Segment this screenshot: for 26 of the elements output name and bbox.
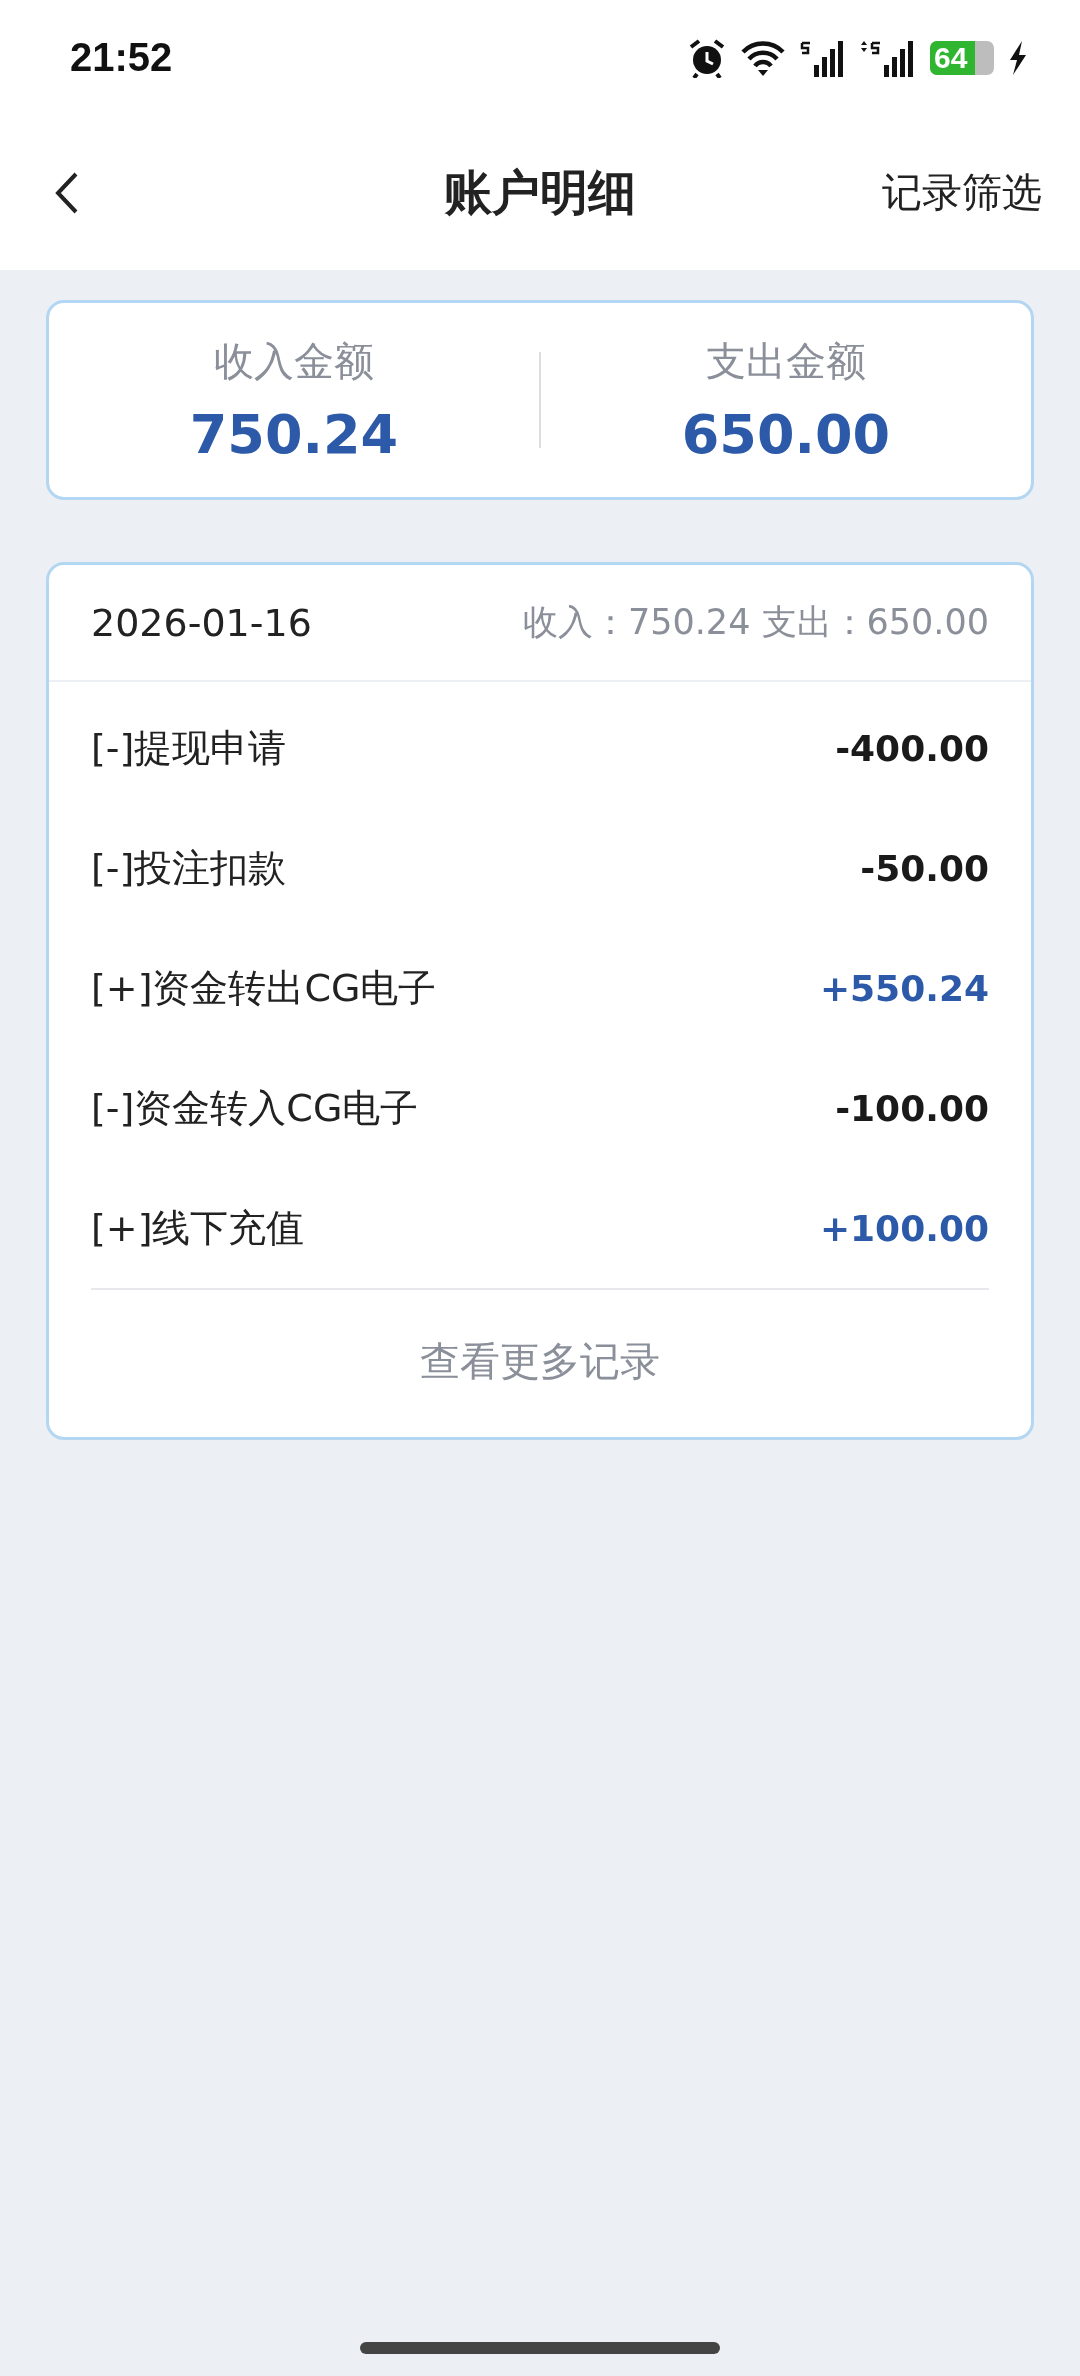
record-name: [-]提现申请 [91, 724, 287, 772]
day-totals: 收入：750.24 支出：650.00 [522, 601, 989, 644]
record-amount: +100.00 [819, 1207, 989, 1249]
summary-amount: 650.00 [681, 403, 891, 466]
summary-amount: 750.24 [189, 403, 399, 466]
record-date: 2026-01-16 [91, 600, 312, 645]
record-name: [-]资金转入CG电子 [91, 1084, 419, 1132]
record-amount: -400.00 [835, 727, 989, 769]
status-time: 21:52 [70, 35, 173, 80]
page-title: 账户明细 [444, 162, 636, 222]
summary-label: 收入金额 [214, 337, 374, 386]
alarm-clock-icon [688, 37, 726, 78]
record-name: [-]投注扣款 [91, 844, 287, 892]
record-amount: -50.00 [860, 847, 989, 889]
back-button[interactable] [54, 170, 80, 215]
signal-icon [860, 38, 916, 77]
record-name: [+]资金转出CG电子 [91, 964, 437, 1012]
record-amount: +550.24 [819, 967, 989, 1009]
wifi-icon [740, 39, 786, 76]
filter-button[interactable]: 记录筛选 [882, 165, 1042, 220]
charging-icon [1008, 40, 1028, 75]
signal-icon [800, 38, 846, 77]
summary-label: 支出金额 [706, 337, 866, 386]
record-name: [+]线下充值 [91, 1204, 305, 1252]
battery-indicator: 64 [930, 40, 994, 75]
record-amount: -100.00 [835, 1087, 989, 1129]
